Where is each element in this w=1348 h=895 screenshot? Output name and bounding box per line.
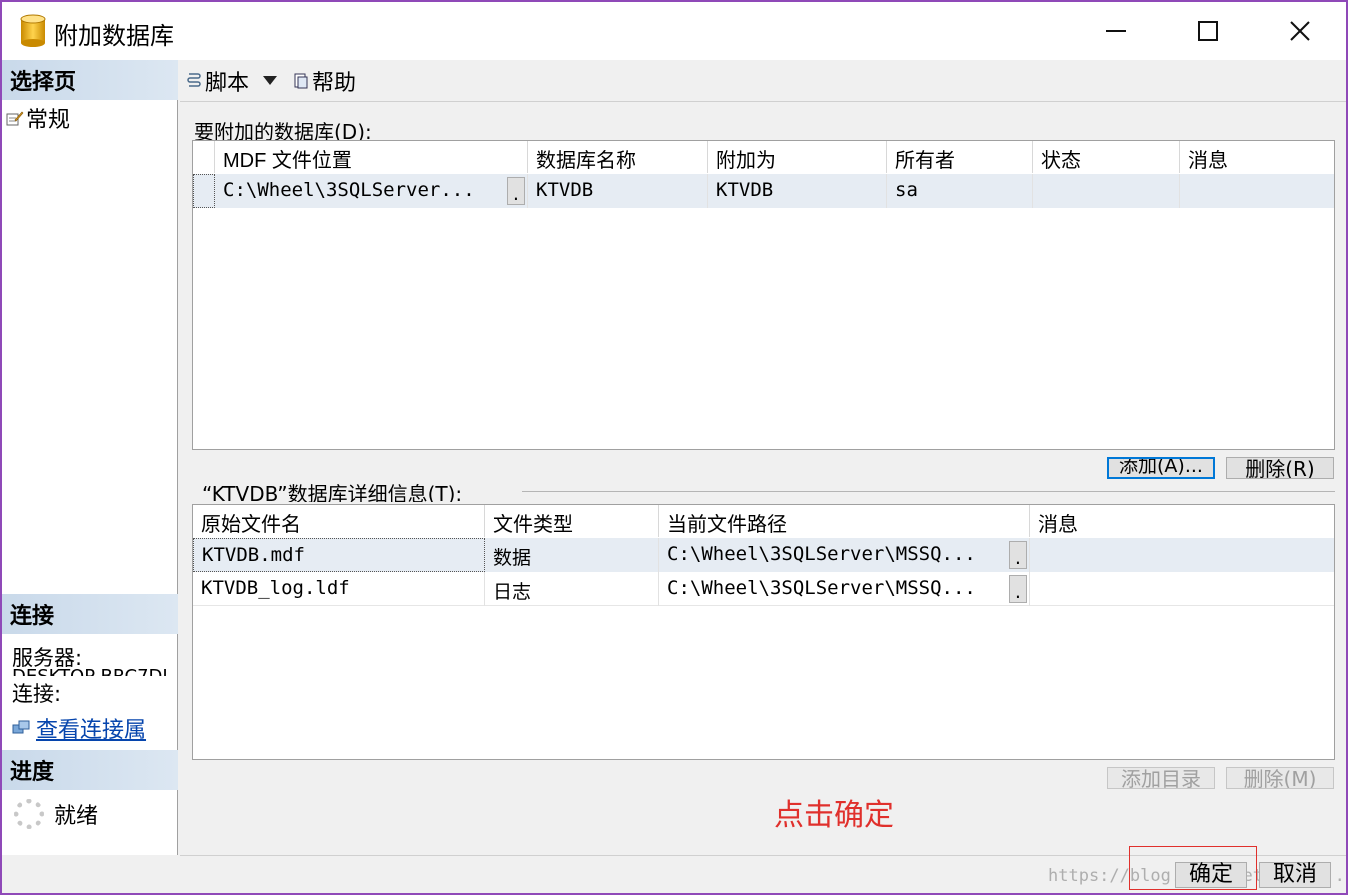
column-header-attach-as[interactable]: 附加为 bbox=[708, 141, 887, 173]
owner-cell[interactable]: sa bbox=[887, 174, 1033, 208]
database-icon bbox=[20, 14, 46, 47]
remove-database-button[interactable]: 删除(R) bbox=[1226, 457, 1334, 479]
browse-path-button[interactable]: . bbox=[1009, 575, 1027, 603]
status-cell bbox=[1033, 174, 1180, 208]
maximize-button[interactable] bbox=[1162, 2, 1254, 60]
row-selector[interactable] bbox=[193, 174, 215, 208]
maximize-icon bbox=[1198, 21, 1218, 41]
database-details-grid: 原始文件名 文件类型 当前文件路径 消息 KTVDB.mdf 数据 C:\Whe… bbox=[192, 504, 1335, 760]
help-label: 帮助 bbox=[312, 70, 357, 96]
row-selector-header bbox=[193, 141, 215, 173]
page-item-general[interactable]: 常规 bbox=[6, 102, 70, 134]
progress-status: 就绪 bbox=[14, 798, 98, 830]
table-row[interactable]: KTVDB_log.ldf 日志 C:\Wheel\3SQLServer\MSS… bbox=[193, 572, 1334, 606]
column-header-message[interactable]: 消息 bbox=[1180, 141, 1334, 173]
column-header-current-path[interactable]: 当前文件路径 bbox=[659, 505, 1030, 537]
details-divider bbox=[522, 491, 1335, 492]
current-path-value: C:\Wheel\3SQLServer\MSSQ... bbox=[667, 543, 976, 565]
column-header-status[interactable]: 状态 bbox=[1033, 141, 1180, 173]
db-name-cell[interactable]: KTVDB bbox=[528, 174, 708, 208]
details-message-cell bbox=[1030, 572, 1334, 606]
details-message-cell bbox=[1030, 538, 1334, 572]
progress-spinner-icon bbox=[14, 799, 44, 829]
help-icon bbox=[294, 73, 308, 88]
file-name-cell[interactable]: KTVDB_log.ldf bbox=[193, 572, 485, 606]
title-bar: 附加数据库 bbox=[2, 2, 1346, 60]
script-dropdown-arrow-icon[interactable] bbox=[263, 76, 278, 85]
window-title: 附加数据库 bbox=[54, 22, 174, 50]
add-database-button[interactable]: 添加(A)... bbox=[1107, 457, 1215, 479]
file-name-cell[interactable]: KTVDB.mdf bbox=[193, 538, 485, 572]
table-row[interactable]: C:\Wheel\3SQLServer... . KTVDB KTVDB sa bbox=[193, 174, 1334, 208]
table-row[interactable]: KTVDB.mdf 数据 C:\Wheel\3SQLServer\MSSQ...… bbox=[193, 538, 1334, 572]
column-header-mdf-location[interactable]: MDF 文件位置 bbox=[215, 141, 528, 173]
details-grid-header: 原始文件名 文件类型 当前文件路径 消息 bbox=[193, 505, 1334, 537]
browse-path-button[interactable]: . bbox=[1009, 541, 1027, 569]
file-type-cell: 日志 bbox=[485, 572, 659, 606]
toolbar: 脚本 帮助 bbox=[180, 60, 1346, 102]
remove-file-button[interactable]: 删除(M) bbox=[1226, 767, 1334, 789]
click-ok-annotation: 点击确定 bbox=[774, 798, 894, 833]
script-button[interactable]: 脚本 bbox=[186, 65, 249, 97]
attach-grid-header: MDF 文件位置 数据库名称 附加为 所有者 状态 消息 bbox=[193, 141, 1334, 173]
progress-header: 进度 bbox=[2, 750, 178, 790]
browse-mdf-button[interactable]: . bbox=[507, 177, 525, 205]
column-header-file-type[interactable]: 文件类型 bbox=[485, 505, 659, 537]
cancel-button[interactable]: 取消 bbox=[1259, 862, 1331, 888]
connection-label: 连接: bbox=[12, 682, 62, 706]
progress-status-text: 就绪 bbox=[54, 804, 99, 829]
file-type-cell: 数据 bbox=[485, 538, 659, 572]
ok-button-highlight bbox=[1129, 846, 1257, 890]
script-label: 脚本 bbox=[205, 70, 250, 96]
left-panel: 选择页 常规 连接 服务器: DESKTOP-BRC7DI 连接: 查看连接属 … bbox=[2, 60, 178, 855]
database-details-label: “KTVDB”数据库详细信息(T): bbox=[202, 480, 469, 502]
column-header-details-message[interactable]: 消息 bbox=[1030, 505, 1334, 537]
close-icon bbox=[1290, 21, 1310, 41]
mdf-location-value: C:\Wheel\3SQLServer... bbox=[223, 179, 475, 201]
server-value: DESKTOP-BRC7DI bbox=[12, 664, 172, 676]
page-icon bbox=[6, 111, 24, 126]
current-path-value: C:\Wheel\3SQLServer\MSSQ... bbox=[667, 577, 976, 599]
message-cell bbox=[1180, 174, 1334, 208]
minimize-icon bbox=[1106, 30, 1126, 32]
view-connection-properties-link[interactable]: 查看连接属 bbox=[12, 712, 146, 744]
attach-databases-grid: MDF 文件位置 数据库名称 附加为 所有者 状态 消息 C:\Wheel\3S… bbox=[192, 140, 1335, 450]
current-path-cell[interactable]: C:\Wheel\3SQLServer\MSSQ... . bbox=[659, 538, 1030, 572]
connection-header: 连接 bbox=[2, 594, 178, 634]
column-header-owner[interactable]: 所有者 bbox=[887, 141, 1033, 173]
help-button[interactable]: 帮助 bbox=[293, 65, 356, 97]
page-item-label: 常规 bbox=[26, 108, 71, 133]
add-catalog-button[interactable]: 添加目录(C)... bbox=[1107, 767, 1215, 789]
attach-database-dialog: 附加数据库 选择页 常规 连接 服务器: DESKTOP-BRC7DI 连接: bbox=[0, 0, 1348, 895]
column-header-db-name[interactable]: 数据库名称 bbox=[528, 141, 708, 173]
script-icon bbox=[187, 72, 201, 87]
close-button[interactable] bbox=[1254, 2, 1346, 60]
view-connection-link-text[interactable]: 查看连接属 bbox=[36, 712, 146, 744]
mdf-location-cell[interactable]: C:\Wheel\3SQLServer... . bbox=[215, 174, 528, 208]
current-path-cell[interactable]: C:\Wheel\3SQLServer\MSSQ... . bbox=[659, 572, 1030, 606]
attach-as-cell[interactable]: KTVDB bbox=[708, 174, 887, 208]
column-header-original-file-name[interactable]: 原始文件名 bbox=[193, 505, 485, 537]
connection-properties-icon bbox=[12, 720, 30, 734]
minimize-button[interactable] bbox=[1070, 2, 1162, 60]
select-page-header: 选择页 bbox=[2, 60, 178, 100]
